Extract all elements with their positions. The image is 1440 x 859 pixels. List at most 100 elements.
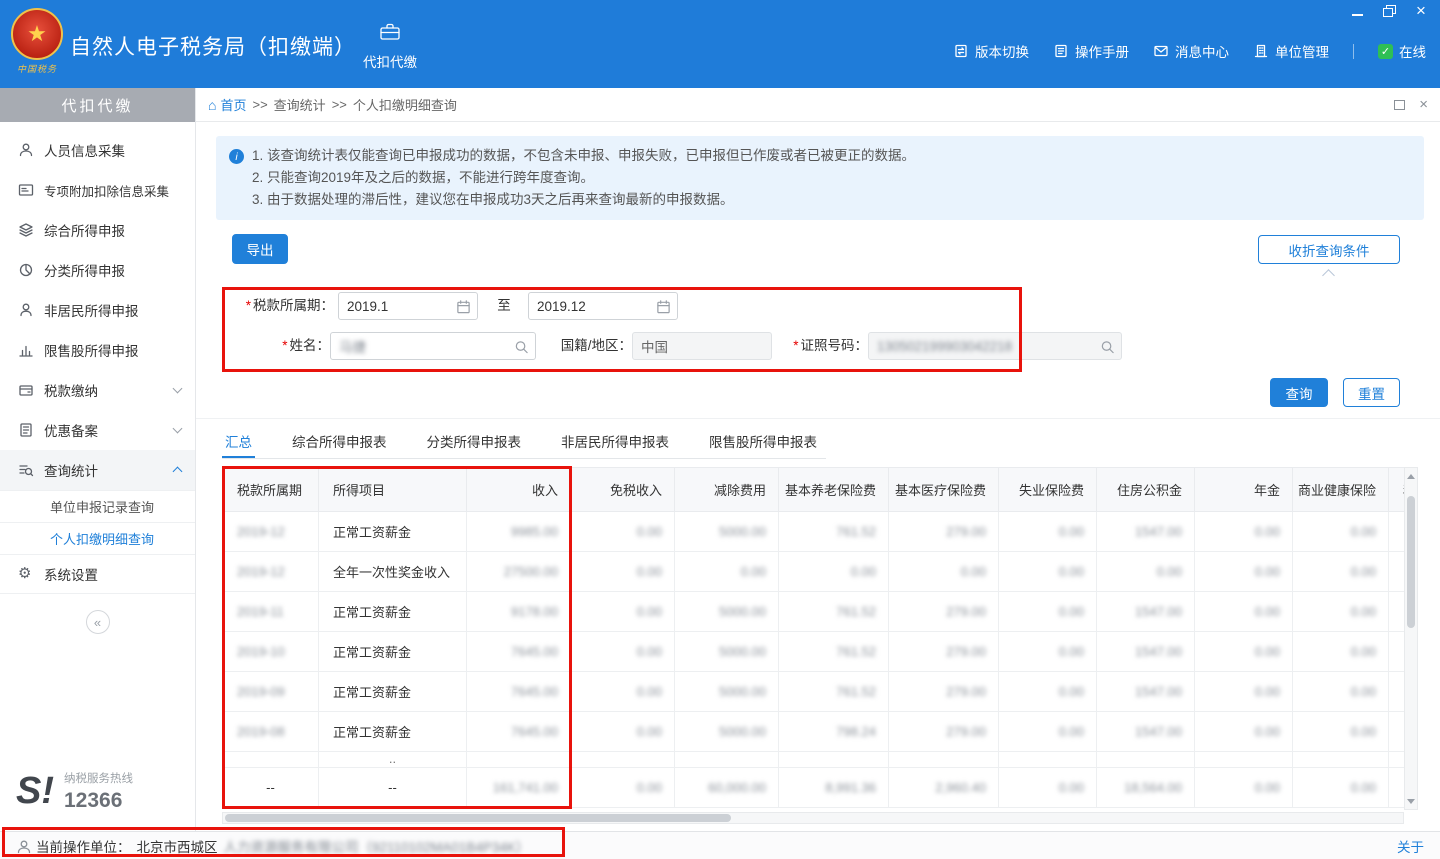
export-button[interactable]: 导出 xyxy=(232,234,288,264)
vertical-scroll-thumb[interactable] xyxy=(1407,496,1415,628)
table-cell: 1547.00 xyxy=(1097,672,1195,712)
tab-nonresident-income-return[interactable]: 非居民所得申报表 xyxy=(558,426,672,458)
table-cell: 0.00 xyxy=(1195,712,1293,752)
panel-close-icon[interactable] xyxy=(1419,96,1428,113)
table-cell: 2019-12 xyxy=(223,552,319,592)
nationality-input[interactable]: 中国 xyxy=(632,332,772,360)
online-label: 在线 xyxy=(1399,41,1426,61)
period-to-input[interactable]: 2019.12 xyxy=(528,292,678,320)
minimize-icon[interactable] xyxy=(1350,4,1364,18)
table-partial-row[interactable]: .. xyxy=(223,752,1405,768)
column-header: 基本养老保险费 xyxy=(779,468,889,512)
tax-bureau-logo: 中国税务 xyxy=(8,8,66,75)
module-tab-withholding[interactable]: 代扣代缴 xyxy=(348,12,432,78)
period-from-input[interactable]: 2019.1 xyxy=(338,292,478,320)
column-header: 减除费用 xyxy=(675,468,779,512)
nav-unit-management[interactable]: 单位管理 xyxy=(1253,41,1329,61)
nav-operation-manual[interactable]: 操作手册 xyxy=(1053,41,1129,61)
name-input[interactable]: 马捷 xyxy=(330,332,536,360)
table-cell: 1547.00 xyxy=(1097,512,1195,552)
table-cell: 2019-12 xyxy=(223,512,319,552)
table-cell: 0.00 xyxy=(571,712,675,752)
document-icon xyxy=(18,422,34,438)
sidebar-item-classified-income[interactable]: 分类所得申报 xyxy=(0,250,195,290)
tab-classified-income-return[interactable]: 分类所得申报表 xyxy=(424,426,525,458)
sidebar-item-personnel-info[interactable]: 人员信息采集 xyxy=(0,130,195,170)
column-header: 免税收入 xyxy=(571,468,675,512)
scroll-up-icon[interactable] xyxy=(1405,469,1417,483)
table-body: 2019-12正常工资薪金9985.000.005000.00761.52279… xyxy=(223,512,1405,808)
table-row[interactable]: 2019-12正常工资薪金9985.000.005000.00761.52279… xyxy=(223,512,1405,552)
sidebar-subitem-unit-declaration-query[interactable]: 单位申报记录查询 xyxy=(0,490,195,522)
table-row[interactable]: 2019-08正常工资薪金7645.000.005000.00798.24279… xyxy=(223,712,1405,752)
search-list-icon xyxy=(18,462,34,478)
table-row[interactable]: 2019-11正常工资薪金9178.000.005000.00761.52279… xyxy=(223,592,1405,632)
person-icon xyxy=(16,839,30,853)
result-tabs: 汇总 综合所得申报表 分类所得申报表 非居民所得申报表 限售股所得申报表 xyxy=(222,426,826,459)
panel-restore-icon[interactable] xyxy=(1394,100,1405,110)
sidebar-item-restricted-shares[interactable]: 限售股所得申报 xyxy=(0,330,195,370)
search-icon[interactable] xyxy=(514,339,529,354)
tab-restricted-shares-return[interactable]: 限售股所得申报表 xyxy=(706,426,820,458)
table-cell xyxy=(1195,752,1293,768)
sidebar-subitem-personal-withholding-query[interactable]: 个人扣缴明细查询 xyxy=(0,522,195,554)
logo-caption: 中国税务 xyxy=(8,62,66,75)
reset-button[interactable]: 重置 xyxy=(1343,378,1400,407)
chevron-down-icon xyxy=(173,424,183,434)
sidebar-collapse-button[interactable] xyxy=(86,610,110,634)
tab-comprehensive-income-return[interactable]: 综合所得申报表 xyxy=(289,426,390,458)
calendar-icon[interactable] xyxy=(456,299,471,314)
emblem-circle xyxy=(11,8,63,60)
sidebar-item-comprehensive-income[interactable]: 综合所得申报 xyxy=(0,210,195,250)
sidebar-item-query-statistics[interactable]: 查询统计 xyxy=(0,450,195,490)
star-icon xyxy=(27,21,47,47)
horizontal-scroll-thumb[interactable] xyxy=(225,814,731,822)
table-row[interactable]: 2019-09正常工资薪金7645.000.005000.00761.52279… xyxy=(223,672,1405,712)
id-number-input[interactable]: 130502199903042218 xyxy=(868,332,1122,360)
sidebar-item-tax-payment[interactable]: 税款缴纳 xyxy=(0,370,195,410)
hotline-block: 纳税服务热线 12366 xyxy=(16,770,133,813)
hotline-label: 纳税服务热线 xyxy=(64,770,133,786)
tab-summary[interactable]: 汇总 xyxy=(222,426,255,458)
info-icon xyxy=(229,149,244,164)
notice-box: 1. 该查询统计表仅能查询已申报成功的数据，不包含未申报、申报失败，已申报但已作… xyxy=(216,136,1424,220)
table-cell xyxy=(889,752,999,768)
current-unit-blurred: 人力资源服务有限公司（92110102MA01B4P34K） xyxy=(224,836,530,856)
collapse-query-button[interactable]: 收折查询条件 xyxy=(1258,235,1400,264)
table-total-row[interactable]: ----161,741.000.0060,000.008,991.362,960… xyxy=(223,768,1405,808)
breadcrumb-home-link[interactable]: 首页 xyxy=(208,95,246,114)
table-cell: 0.00 xyxy=(1293,712,1389,752)
online-status[interactable]: 在线 xyxy=(1378,41,1426,61)
calendar-icon[interactable] xyxy=(656,299,671,314)
search-button[interactable]: 查询 xyxy=(1270,378,1328,407)
table-row[interactable]: 2019-10正常工资薪金7645.000.005000.00761.52279… xyxy=(223,632,1405,672)
nav-version-switch[interactable]: 版本切换 xyxy=(953,41,1029,61)
table-cell: 0.00 xyxy=(571,672,675,712)
search-icon[interactable] xyxy=(1100,339,1115,354)
close-icon[interactable] xyxy=(1414,4,1428,18)
table-cell: 0.00 xyxy=(571,552,675,592)
table-cell: 1547.00 xyxy=(1097,712,1195,752)
sidebar-item-special-deduction[interactable]: 专项附加扣除信息采集 xyxy=(0,170,195,210)
breadcrumb-item-personal-withholding-query: 个人扣缴明细查询 xyxy=(353,95,457,114)
envelope-icon xyxy=(1153,43,1169,59)
table-cell: 0.00 xyxy=(889,552,999,592)
restore-icon[interactable] xyxy=(1382,4,1396,18)
scroll-down-icon[interactable] xyxy=(1405,794,1417,808)
table-cell: 0.00 xyxy=(999,712,1097,752)
sidebar-item-label: 查询统计 xyxy=(44,460,98,480)
nav-message-center[interactable]: 消息中心 xyxy=(1153,41,1229,61)
table-cell: 0.00 xyxy=(1389,768,1405,808)
sidebar-item-nonresident-income[interactable]: 非居民所得申报 xyxy=(0,290,195,330)
table-cell: 0.00 xyxy=(1389,552,1405,592)
chevron-down-icon xyxy=(173,384,183,394)
table-cell: 0.00 xyxy=(1195,632,1293,672)
current-unit-label: 当前操作单位： xyxy=(36,836,131,856)
table-cell: 正常工资薪金 xyxy=(319,632,467,672)
sidebar-item-preference-filing[interactable]: 优惠备案 xyxy=(0,410,195,450)
sidebar-item-system-settings[interactable]: 系统设置 xyxy=(0,554,195,594)
horizontal-scrollbar[interactable] xyxy=(222,812,1404,824)
table-row[interactable]: 2019-12全年一次性奖金收入27500.000.000.000.000.00… xyxy=(223,552,1405,592)
vertical-scrollbar[interactable] xyxy=(1404,467,1418,810)
about-link[interactable]: 关于 xyxy=(1397,836,1424,856)
